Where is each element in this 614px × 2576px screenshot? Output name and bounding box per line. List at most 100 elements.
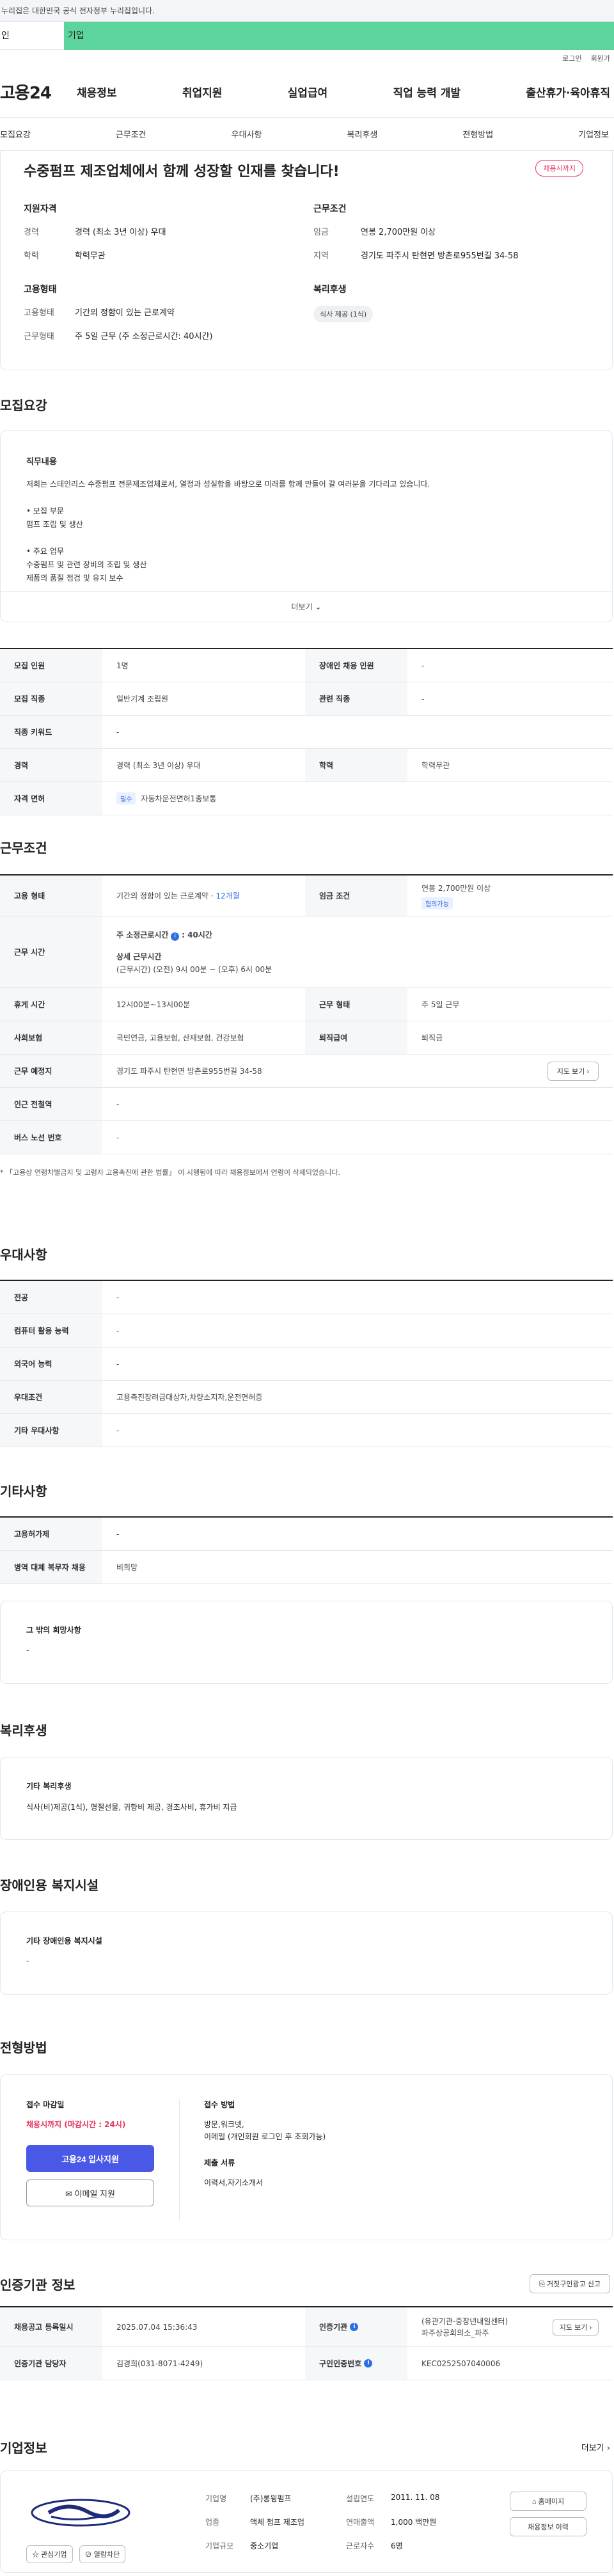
found-year-label: 설립연도 <box>346 2494 375 2503</box>
th-pref-etc: 기타 우대사항 <box>0 1414 102 1447</box>
td-permit: - <box>116 1529 120 1539</box>
th-bus: 버스 노선 번호 <box>0 1121 102 1154</box>
login-link[interactable]: 로그인 <box>562 53 581 63</box>
revenue-label: 연매출액 <box>346 2518 375 2527</box>
scale-value: 중소기업 <box>250 2541 279 2550</box>
gnb-training[interactable]: 직업 능력 개발 <box>393 84 460 100</box>
anchor-conditions[interactable]: 근무조건 <box>116 128 146 140</box>
th-reg-date: 채용공고 등록일시 <box>0 2307 102 2346</box>
td-workplace: 경기도 파주시 탄현면 방촌로955번길 34-58 <box>116 1067 262 1076</box>
info-icon[interactable]: i <box>364 2359 373 2368</box>
pref-heading: 우대사항 <box>0 1247 47 1262</box>
anchor-recruit[interactable]: 모집요강 <box>0 128 31 140</box>
th-cert-org-label: 인증기관 <box>319 2323 348 2332</box>
job-desc-line: • 모집 부문 <box>26 507 64 515</box>
td-bus: - <box>116 1133 120 1142</box>
td-insurance: 국민연금, 고용보험, 산재보험, 건강보험 <box>116 1033 244 1042</box>
cert-table: 채용공고 등록일시 2025.07.04 15:36:43 인증기관 i (유관기관-… <box>0 2306 613 2380</box>
more-button[interactable]: 더보기 ⌄ <box>1 591 612 622</box>
site-logo[interactable]: 고용24 <box>0 80 77 104</box>
disab-box-value: - <box>26 1956 29 1965</box>
td-retirement: 퇴직금 <box>421 1033 443 1042</box>
email-apply-button[interactable]: ✉ 이메일 지원 <box>26 2179 154 2206</box>
hope-heading: 그 밖의 희망사항 <box>26 1626 81 1635</box>
cert-map-button[interactable]: 지도 보기 › <box>552 2318 599 2336</box>
homepage-button[interactable]: ⌂ 홈페이지 <box>510 2492 586 2511</box>
method-heading: 전형방법 <box>0 2040 47 2055</box>
gnb-leave[interactable]: 출산휴가·육아휴직 <box>526 84 610 100</box>
tab-company[interactable]: 기업 <box>64 22 614 50</box>
td-military: 비희망 <box>116 1563 138 1572</box>
th-disabled-headcount: 장애인 채용 인원 <box>305 649 407 682</box>
company-more-label: 더보기 <box>581 2444 604 2453</box>
td-language: - <box>116 1359 120 1369</box>
company-more-link[interactable]: 더보기 › <box>581 2441 610 2453</box>
required-badge: 필수 <box>116 792 136 805</box>
tab-personal[interactable]: 인 <box>0 22 64 50</box>
join-link[interactable]: 회원가 <box>591 53 610 63</box>
td-job-type: 일반기계 조립원 <box>116 695 169 703</box>
anchor-company[interactable]: 기업정보 <box>578 128 609 140</box>
revenue-value: 1,000 백만원 <box>391 2518 437 2527</box>
homepage-label: 홈페이지 <box>538 2498 565 2506</box>
th-work-form: 근무 형태 <box>305 988 407 1021</box>
hope-box: 그 밖의 희망사항 - <box>0 1601 613 1684</box>
mail-icon: ✉ <box>65 2188 72 2199</box>
anchor-welfare[interactable]: 복리후생 <box>347 128 377 140</box>
home-icon: ⌂ <box>531 2498 537 2506</box>
th-work-hours: 근무 시간 <box>0 916 102 987</box>
th-subway: 인근 전철역 <box>0 1088 102 1120</box>
employees-label: 근로자수 <box>346 2541 375 2550</box>
anchor-method[interactable]: 전형방법 <box>462 128 493 140</box>
deadline-label: 접수 마감일 <box>26 2100 65 2109</box>
anchor-preference[interactable]: 우대사항 <box>232 128 262 140</box>
qual-heading: 지원자격 <box>24 204 57 214</box>
receive-value-2: 이메일 (개인회원 로그인 후 조회가능) <box>204 2132 326 2141</box>
global-nav: 고용24 채용정보 취업지원 실업급여 직업 능력 개발 출산휴가·육아휴직 <box>0 67 614 118</box>
th-pay: 임금 조건 <box>305 876 407 916</box>
apply-button[interactable]: 고용24 입사지원 <box>26 2145 154 2172</box>
th-retirement: 퇴직급여 <box>305 1021 407 1054</box>
td-headcount: 1명 <box>116 661 129 670</box>
chevron-down-icon: ⌄ <box>315 602 322 611</box>
industry-label: 업종 <box>205 2518 220 2527</box>
welfare-box: 기타 복리후생 식사(비)제공(1식), 명절선물, 귀향비 제공, 경조사비,… <box>0 1757 613 1840</box>
th-computer: 컴퓨터 활용 능력 <box>0 1314 102 1347</box>
work-form-label: 근무형태 <box>24 332 54 342</box>
emp-type-value: 기간의 정함이 있는 근로계약 <box>75 308 175 318</box>
cert-map-label: 지도 보기 <box>559 2323 588 2332</box>
scale-label: 기업규모 <box>205 2541 234 2550</box>
work-form-value: 주 5일 근무 (주 소정근로시간: 40시간) <box>75 332 213 342</box>
gnb-employment-support[interactable]: 취업지원 <box>182 84 223 100</box>
pref-table: 전공 - 컴퓨터 활용 능력 - 외국어 능력 - 우대조건 고용촉진장려금대상자,차량… <box>0 1280 613 1447</box>
emp-type-label: 고용형태 <box>24 308 54 318</box>
receive-value-1: 방문,워크넷, <box>204 2120 244 2129</box>
td-computer: - <box>116 1326 120 1335</box>
etc-table: 고용허가제 - 병역 대체 복무자 채용 비희망 <box>0 1516 613 1584</box>
company-logo <box>26 2493 135 2533</box>
gnb-jobs[interactable]: 채용정보 <box>77 84 117 100</box>
report-button[interactable]: ⎘ 거짓구인광고 신고 <box>530 2274 610 2293</box>
welfare-heading: 복리후생 <box>313 285 347 295</box>
map-button[interactable]: 지도 보기 › <box>547 1061 599 1081</box>
job-desc-line <box>26 531 612 545</box>
weekly-hours-label: 주 소정근로시간 <box>116 930 169 939</box>
td-cert-number: KEC0252507040006 <box>421 2359 501 2368</box>
gnb-unemployment[interactable]: 실업급여 <box>288 84 328 100</box>
info-icon[interactable]: i <box>171 932 180 941</box>
company-heading: 기업정보 <box>0 2440 47 2456</box>
method-box: 접수 마감일 채용시까지 (마감시간 : 24시) 고용24 입사지원 ✉ 이메… <box>0 2074 613 2240</box>
star-icon: ☆ <box>32 2551 39 2559</box>
docs-value: 이력서,자기소개서 <box>204 2178 264 2187</box>
info-icon[interactable]: i <box>350 2323 359 2331</box>
fav-company-button[interactable]: ☆ 관심기업 <box>26 2545 73 2563</box>
job-history-button[interactable]: 채용정보 이력 <box>510 2517 586 2536</box>
th-cert-number: 구인인증번호 i <box>305 2347 407 2380</box>
company-name-value: (주)롱윙펌프 <box>250 2494 292 2503</box>
welfare-box-value: 식사(비)제공(1식), 명절선물, 귀향비 제공, 경조사비, 휴가비 지급 <box>26 1803 237 1812</box>
td-career: 경력 (최소 3년 이상) 우대 <box>116 761 201 770</box>
job-desc-line: 저희는 스테인리스 수중펌프 전문제조업체로서, 열정과 성실함을 바탕으로 미… <box>26 480 430 489</box>
th-language: 외국어 능력 <box>0 1347 102 1380</box>
td-disabled-headcount: - <box>421 661 425 670</box>
block-button[interactable]: ⊘ 열람차단 <box>79 2545 126 2563</box>
